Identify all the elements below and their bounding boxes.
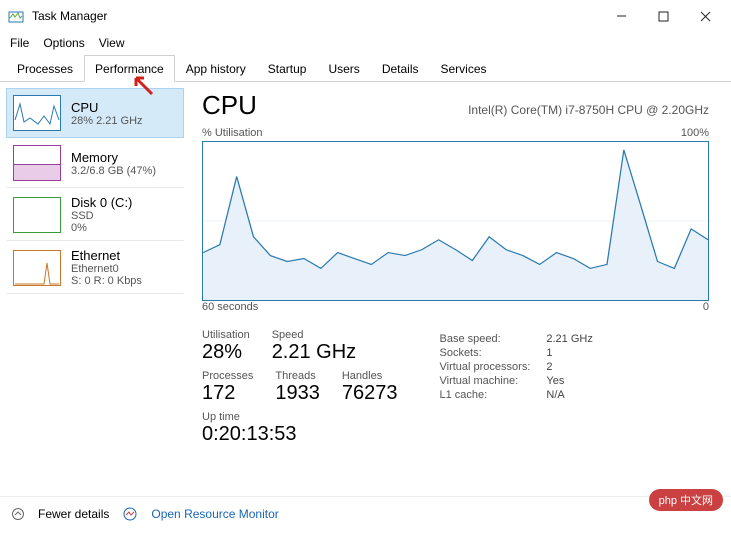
speed-value: 2.21 GHz [272,341,356,364]
open-resource-monitor-link[interactable]: Open Resource Monitor [151,507,278,521]
titlebar: Task Manager [0,0,731,32]
vm-value: Yes [546,375,592,387]
tab-startup[interactable]: Startup [257,55,318,82]
handles-label: Handles [342,370,398,382]
sidebar: CPU28% 2.21 GHz Memory3.2/6.8 GB (47%) D… [0,82,190,500]
sockets-value: 1 [546,347,592,359]
minimize-button[interactable] [609,4,633,28]
sidebar-item-ethernet[interactable]: EthernetEthernet0S: 0 R: 0 Kbps [6,241,184,294]
ethernet-sub: Ethernet0 [71,263,142,275]
tab-processes[interactable]: Processes [6,55,84,82]
ethernet-sub2: S: 0 R: 0 Kbps [71,275,142,287]
processes-value: 172 [202,382,253,405]
disk-sub: SSD [71,210,132,222]
ethernet-thumb [13,250,61,286]
tab-users[interactable]: Users [317,55,370,82]
window-controls [609,4,717,28]
processes-label: Processes [202,370,253,382]
menubar: File Options View [0,32,731,54]
sidebar-item-cpu[interactable]: CPU28% 2.21 GHz [6,88,184,138]
close-button[interactable] [693,4,717,28]
chevron-up-icon [12,508,24,520]
l1-label: L1 cache: [439,389,544,401]
main-title: CPU [202,90,257,121]
footer: Fewer details Open Resource Monitor [0,496,731,531]
content: CPU28% 2.21 GHz Memory3.2/6.8 GB (47%) D… [0,82,731,500]
disk-sub2: 0% [71,222,132,234]
window-title: Task Manager [32,9,609,23]
vproc-label: Virtual processors: [439,361,544,373]
tab-performance[interactable]: Performance [84,55,175,82]
menu-options[interactable]: Options [43,36,84,50]
stats-right: Base speed:2.21 GHz Sockets:1 Virtual pr… [437,331,594,446]
maximize-button[interactable] [651,4,675,28]
cpu-thumb [13,95,61,131]
threads-label: Threads [275,370,320,382]
cpu-chart[interactable] [202,141,709,301]
cpu-title: CPU [71,100,143,115]
util-label: Utilisation [202,329,250,341]
chart-bottom-left: 60 seconds [202,301,258,313]
fewer-details-link[interactable]: Fewer details [38,507,109,521]
vproc-value: 2 [546,361,592,373]
disk-thumb [13,197,61,233]
menu-view[interactable]: View [99,36,125,50]
sockets-label: Sockets: [439,347,544,359]
tab-services[interactable]: Services [430,55,498,82]
sidebar-item-disk[interactable]: Disk 0 (C:)SSD0% [6,188,184,241]
basespeed-value: 2.21 GHz [546,333,592,345]
chart-bottom-right: 0 [703,301,709,313]
util-value: 28% [202,341,250,364]
speed-label: Speed [272,329,356,341]
tab-app-history[interactable]: App history [175,55,257,82]
chart-top-left: % Utilisation [202,127,263,139]
cpu-sub: 28% 2.21 GHz [71,115,143,127]
chart-top-right: 100% [681,127,709,139]
watermark-badge: php 中文网 [649,489,723,511]
handles-value: 76273 [342,382,398,405]
main-panel: CPU Intel(R) Core(TM) i7-8750H CPU @ 2.2… [190,82,731,500]
threads-value: 1933 [275,382,320,405]
memory-thumb [13,145,61,181]
memory-sub: 3.2/6.8 GB (47%) [71,165,156,177]
stats-left: Utilisation28% Speed2.21 GHz Processes17… [202,323,397,446]
cpu-model: Intel(R) Core(TM) i7-8750H CPU @ 2.20GHz [468,103,709,117]
uptime-value: 0:20:13:53 [202,423,397,446]
sidebar-item-memory[interactable]: Memory3.2/6.8 GB (47%) [6,138,184,188]
vm-label: Virtual machine: [439,375,544,387]
l1-value: N/A [546,389,592,401]
basespeed-label: Base speed: [439,333,544,345]
tabs: Processes Performance App history Startu… [0,54,731,82]
menu-file[interactable]: File [10,36,29,50]
memory-title: Memory [71,150,156,165]
resource-monitor-icon [123,507,137,521]
ethernet-title: Ethernet [71,248,142,263]
app-icon [8,8,24,24]
tab-details[interactable]: Details [371,55,430,82]
uptime-label: Up time [202,411,397,423]
disk-title: Disk 0 (C:) [71,195,132,210]
